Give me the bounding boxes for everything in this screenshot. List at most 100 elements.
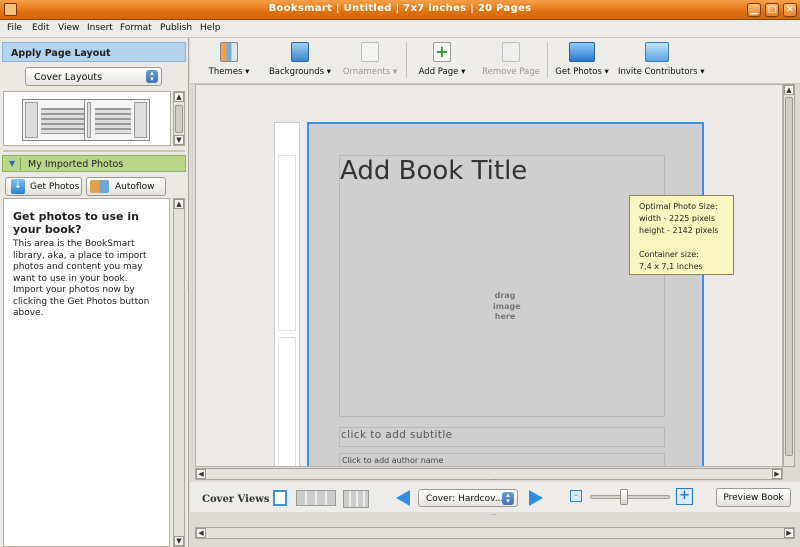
scroll-left-icon[interactable]: ◀ (196, 469, 206, 479)
cover-views-label: Cover Views (202, 494, 270, 505)
dropdown-arrow-icon: ▴ ▾ (502, 492, 514, 505)
bottom-hscrollbar[interactable]: ◀ ▶ (195, 527, 795, 539)
scroll-thumb[interactable] (175, 105, 183, 133)
zoom-in-icon[interactable]: + (676, 488, 693, 505)
main-toolbar: Themes ▾ Backgrounds ▾ Ornaments ▾ + Add… (190, 38, 800, 84)
menu-view[interactable]: View (58, 23, 79, 33)
photos-header: ▼ My Imported Photos (2, 155, 186, 172)
zoom-slider[interactable] (590, 495, 670, 499)
library-help-title: Get photos to use in your book? (13, 210, 139, 236)
menu-bar: File Edit View Insert Format Publish Hel… (0, 20, 800, 38)
toolbar-get-photos-label: Get Photos ▾ (555, 67, 609, 77)
minimize-icon[interactable]: ▁ (747, 3, 761, 17)
cover-photo-area[interactable] (339, 155, 665, 417)
scroll-thumb[interactable] (785, 97, 793, 456)
scroll-down-icon[interactable]: ▼ (174, 536, 184, 546)
scroll-right-icon[interactable]: ▶ (784, 528, 794, 538)
autoflow-label: Autoflow (115, 182, 155, 192)
tooltip-line: width - 2225 pixels (639, 214, 716, 223)
scroll-down-icon[interactable]: ▼ (174, 135, 184, 145)
library-scrollbar[interactable]: ▲ ▼ (173, 198, 185, 547)
window-titlebar: Booksmart | Untitled | 7x7 inches | 20 P… (0, 0, 800, 20)
invite-contributors-button[interactable]: Invite Contributors ▾ (618, 42, 705, 82)
remove-page-label: Remove Page (482, 67, 540, 77)
canvas-hscrollbar[interactable]: ◀ ▶ (195, 468, 783, 480)
photo-library: Get photos to use in your book? This are… (3, 198, 170, 547)
ornaments-label: Ornaments ▾ (342, 67, 398, 77)
backgrounds-label: Backgrounds ▾ (268, 67, 332, 77)
ornaments-button[interactable]: Ornaments ▾ (342, 42, 398, 82)
scroll-left-icon[interactable]: ◀ (196, 528, 206, 538)
layout-header: Apply Page Layout (2, 42, 186, 62)
maximize-icon[interactable]: ▢ (765, 3, 779, 17)
cover-select[interactable]: Cover: Hardcov... ▴ ▾ (418, 489, 518, 507)
photos-header-label: My Imported Photos (28, 159, 124, 170)
themes-icon (220, 42, 238, 62)
window-title: Booksmart | Untitled | 7x7 inches | 20 P… (268, 3, 532, 14)
tooltip-line: height - 2142 pixels (639, 226, 719, 235)
scroll-right-icon[interactable]: ▶ (772, 469, 782, 479)
remove-page-icon (502, 42, 520, 62)
book-cover[interactable]: Add Book Title drag image here Optimal P… (307, 122, 734, 466)
menu-insert[interactable]: Insert (87, 23, 113, 33)
menu-file[interactable]: File (7, 23, 22, 33)
zoom-slider-knob[interactable] (620, 489, 628, 505)
splitter-handle[interactable]: ··· (490, 511, 497, 519)
tooltip-line: Optimal Photo Size: (639, 202, 718, 211)
download-icon: ↓ (11, 179, 25, 194)
layout-thumbnail[interactable] (22, 99, 88, 141)
scroll-up-icon[interactable]: ▲ (174, 199, 184, 209)
themes-label: Themes ▾ (208, 67, 250, 77)
add-page-button[interactable]: + Add Page ▾ (416, 42, 468, 82)
menu-publish[interactable]: Publish (160, 23, 192, 33)
author-field[interactable]: Click to add author name (339, 453, 665, 466)
layout-scrollbar[interactable]: ▲ ▼ (173, 91, 185, 146)
layout-select[interactable]: Cover Layouts ▴ ▾ (25, 67, 162, 86)
canvas-vscrollbar[interactable]: ▲ (783, 84, 795, 467)
splitter-handle[interactable]: ··· (187, 281, 189, 294)
collapse-triangle-icon[interactable]: ▼ (9, 159, 15, 168)
get-photos-button[interactable]: ↓ Get Photos (5, 177, 82, 196)
backgrounds-button[interactable]: Backgrounds ▾ (268, 42, 332, 82)
get-photos-icon (569, 42, 595, 62)
add-page-label: Add Page ▾ (418, 67, 466, 77)
menu-edit[interactable]: Edit (32, 23, 49, 33)
add-page-icon: + (433, 42, 451, 62)
library-help-body: This area is the BookSmart library, aka,… (13, 239, 150, 318)
tooltip-line: Container size: (639, 250, 699, 259)
book-canvas: Add Book Title drag image here Optimal P… (195, 84, 783, 467)
scroll-up-icon[interactable]: ▲ (784, 85, 794, 95)
book-spine[interactable] (274, 122, 300, 466)
next-arrow-icon[interactable] (529, 490, 543, 506)
invite-contributors-label: Invite Contributors ▾ (618, 67, 705, 77)
left-panel: Apply Page Layout Cover Layouts ▴ ▾ ▲ ▼ ▼… (0, 38, 189, 547)
layout-thumbnail[interactable] (84, 99, 150, 141)
cover-select-value: Cover: Hardcov... (426, 494, 504, 504)
tooltip-line: 7,4 x 7,1 inches (639, 262, 703, 271)
preview-book-button[interactable]: Preview Book (716, 488, 791, 507)
subtitle-field[interactable]: click to add subtitle (339, 427, 665, 447)
spread-view-icon[interactable] (296, 490, 336, 506)
backgrounds-icon (291, 42, 309, 62)
zoom-out-icon[interactable]: - (570, 490, 582, 502)
layout-select-value: Cover Layouts (34, 72, 103, 83)
photo-size-tooltip: Optimal Photo Size: width - 2225 pixels … (629, 195, 734, 275)
drag-image-hint: drag image here (493, 291, 521, 321)
autoflow-button[interactable]: Autoflow (86, 177, 166, 196)
previous-arrow-icon[interactable] (396, 490, 410, 506)
menu-format[interactable]: Format (120, 23, 152, 33)
single-view-icon[interactable] (273, 490, 287, 506)
layout-thumbnails (3, 91, 171, 146)
remove-page-button[interactable]: Remove Page (482, 42, 540, 82)
dropdown-arrow-icon: ▴ ▾ (146, 70, 158, 83)
toolbar-get-photos-button[interactable]: Get Photos ▾ (555, 42, 609, 82)
autoflow-icon (90, 180, 109, 193)
ornaments-icon (361, 42, 379, 62)
close-icon[interactable]: ✕ (783, 3, 797, 17)
grid-view-icon[interactable] (343, 490, 369, 508)
book-title[interactable]: Add Book Title (340, 156, 527, 186)
menu-help[interactable]: Help (200, 23, 221, 33)
get-photos-label: Get Photos (30, 182, 80, 192)
themes-button[interactable]: Themes ▾ (204, 42, 254, 82)
scroll-up-icon[interactable]: ▲ (174, 92, 184, 102)
